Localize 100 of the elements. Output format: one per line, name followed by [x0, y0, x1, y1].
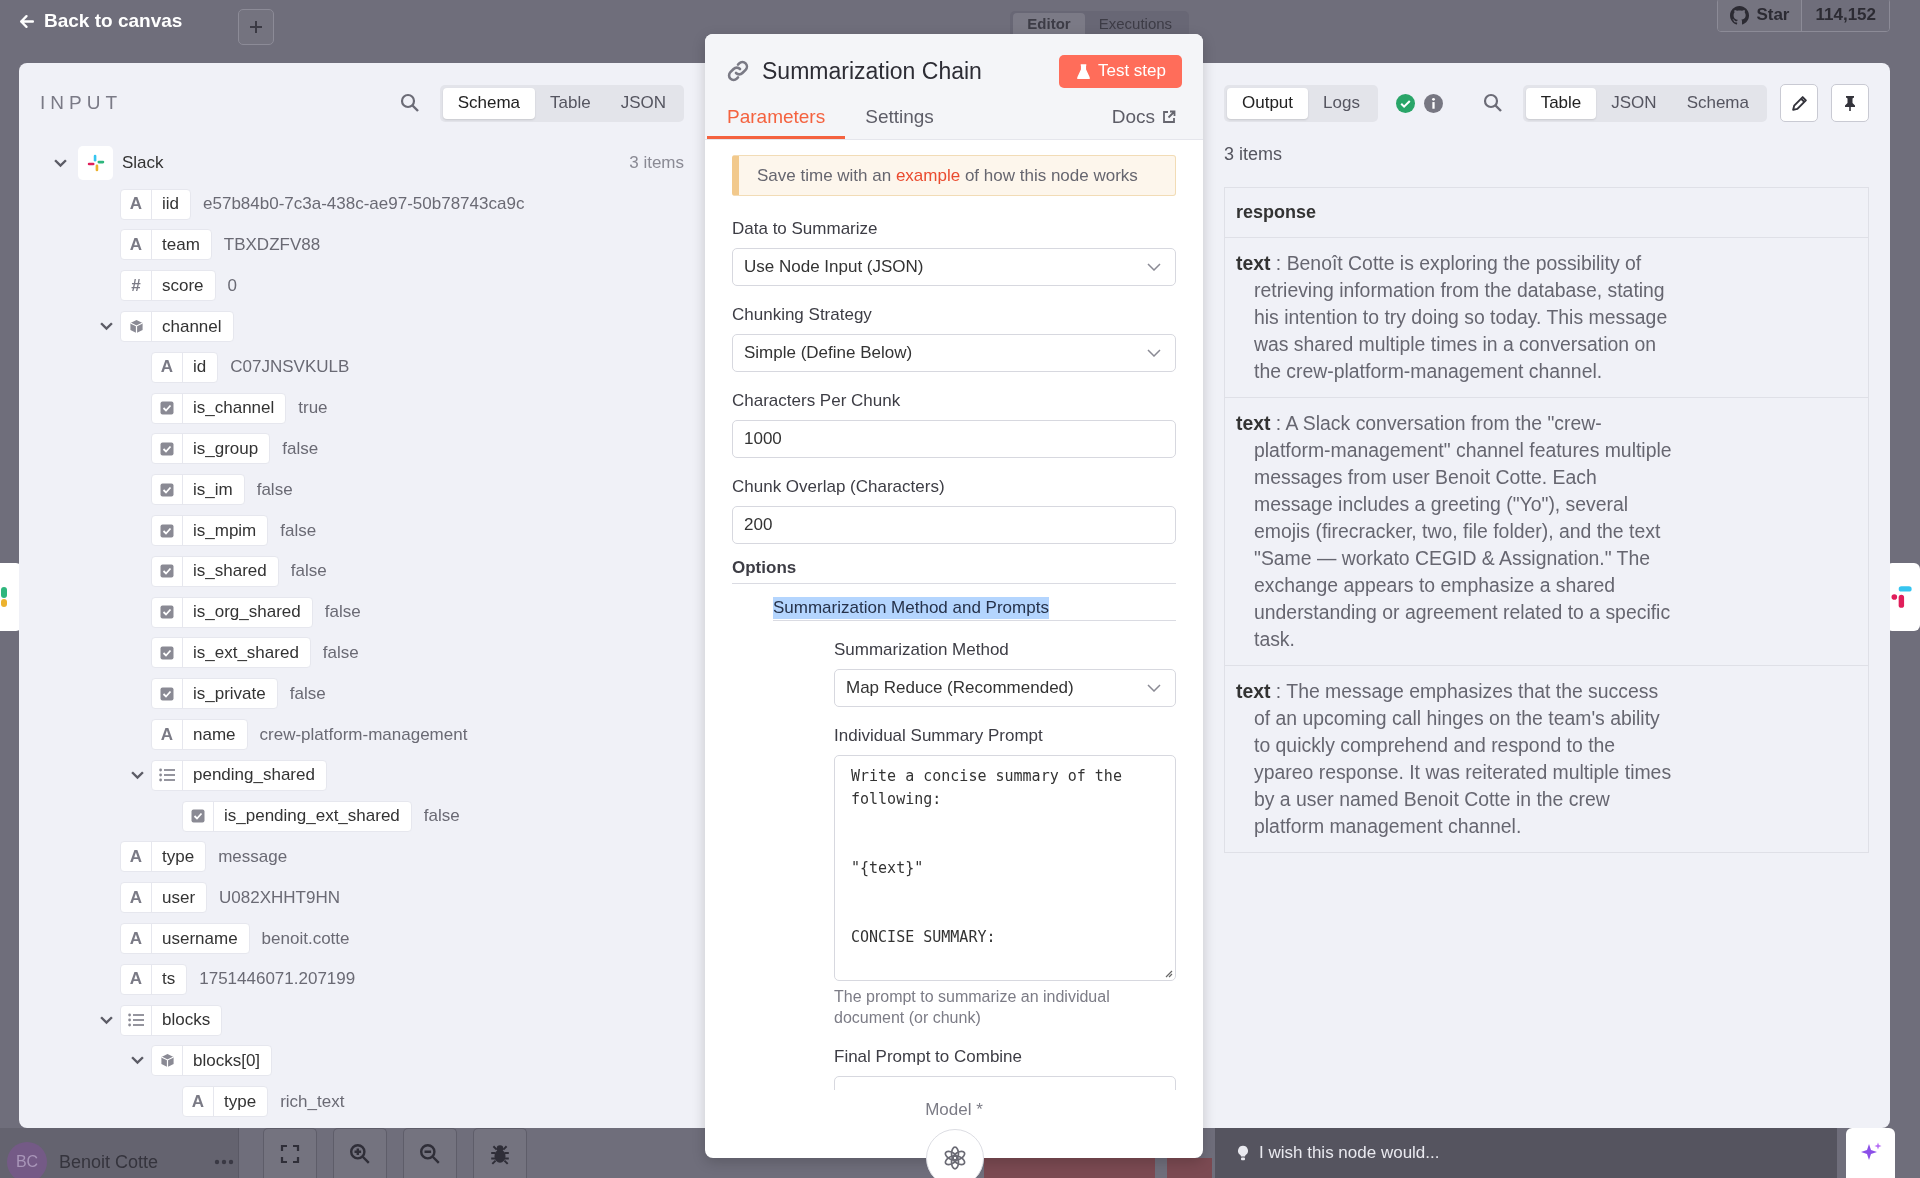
field-tag[interactable]: is_shared [151, 555, 279, 587]
field-key: is_org_shared [183, 602, 312, 623]
zoom-out-button[interactable] [403, 1128, 457, 1178]
field-key: is_ext_shared [183, 642, 310, 663]
chevron-icon[interactable] [130, 1056, 144, 1066]
number-field[interactable]: 200 [732, 506, 1176, 544]
field-tag[interactable]: pending_shared [151, 759, 327, 791]
node-card[interactable] [0, 563, 22, 631]
field-tag[interactable]: A team [120, 229, 212, 261]
select-field[interactable]: Simple (Define Below) [732, 334, 1176, 372]
chevron-icon[interactable] [130, 770, 144, 780]
back-to-canvas-link[interactable]: Back to canvas [18, 9, 183, 33]
field-value: 0 [227, 275, 238, 296]
debug-button[interactable] [473, 1128, 527, 1178]
field-key: is_mpim [183, 520, 268, 541]
field-tag[interactable]: A username [120, 923, 250, 955]
model-label: Model * [925, 1100, 983, 1121]
field-tag[interactable]: is_mpim [151, 515, 269, 547]
view-tab[interactable]: Table [535, 87, 606, 119]
info-icon[interactable] [1423, 93, 1443, 113]
chevron-icon[interactable] [53, 158, 67, 168]
number-field[interactable]: 1000 [732, 420, 1176, 458]
field-key: is_group [183, 438, 270, 459]
view-tab[interactable]: JSON [1596, 87, 1672, 119]
settings-tab[interactable]: Settings [845, 106, 954, 139]
field-tag[interactable]: is_channel [151, 392, 287, 424]
chevron-icon[interactable] [99, 1015, 113, 1025]
fit-view-button[interactable] [263, 1128, 317, 1178]
field-key: ts [152, 969, 187, 990]
view-tab[interactable]: Schema [442, 87, 535, 119]
field-tag[interactable]: is_group [151, 433, 271, 465]
resize-handle-icon[interactable] [1163, 968, 1173, 978]
output-tab[interactable]: Output [1227, 87, 1309, 119]
field-key: is_im [183, 479, 244, 500]
docs-link[interactable]: Docs [1111, 106, 1176, 139]
slack-logo-icon [78, 146, 113, 181]
field-label: Characters Per Chunk [732, 390, 902, 412]
field-label: Chunking Strategy [732, 304, 873, 326]
view-tab[interactable]: Schema [1671, 87, 1764, 119]
field-tag[interactable]: A iid [120, 188, 191, 220]
field-value: false [280, 520, 317, 541]
zoom-in-icon [349, 1142, 371, 1165]
lightbulb-icon [1237, 1145, 1249, 1161]
model-connector[interactable] [926, 1129, 984, 1178]
pin-button[interactable] [1831, 84, 1869, 122]
table-cell-text: text : Benoît Cotte is exploring the possibility of retrieving information from the database, stating his intention to try doing so today. This message was shared multiple times in a conversation on the crew-platform-management channel. [1236, 251, 1669, 384]
field-key: id [183, 357, 218, 378]
field-key: team [152, 235, 211, 255]
type-icon: A [129, 928, 143, 949]
output-tab[interactable]: Logs [1308, 87, 1375, 119]
view-tab[interactable]: JSON [605, 87, 681, 119]
field-tag[interactable]: # score [120, 270, 216, 302]
field-key: username [152, 928, 249, 949]
field-tag[interactable]: A ts [120, 963, 188, 995]
search-icon[interactable] [1482, 93, 1503, 113]
feedback-field[interactable]: I wish this node would... [1215, 1128, 1837, 1178]
field-tag[interactable]: A type [182, 1086, 269, 1118]
star-count: 114,152 [1801, 0, 1889, 31]
cube-icon [159, 1053, 175, 1069]
ai-assistant-button[interactable] [1846, 1128, 1895, 1178]
example-link[interactable]: example [895, 165, 961, 186]
field-label: Individual Summary Prompt [834, 725, 1044, 747]
checkbox-icon [160, 523, 174, 538]
field-tag[interactable]: A type [120, 841, 207, 873]
edit-button[interactable] [1780, 84, 1818, 122]
item-count: 3 items [629, 153, 684, 174]
search-icon[interactable] [399, 93, 420, 113]
field-hint: The prompt to summarize an individual document (or chunk) [834, 987, 1111, 1028]
field-tag[interactable]: blocks[0] [151, 1045, 273, 1077]
item-count: 3 items [1224, 143, 1284, 165]
zoom-out-icon [419, 1142, 441, 1165]
type-icon: A [129, 887, 143, 908]
caret-icon [1147, 684, 1161, 692]
field-tag[interactable]: is_ext_shared [151, 637, 311, 669]
add-button[interactable] [238, 9, 275, 45]
collection-title[interactable]: Summarization Method and Prompts [773, 597, 1049, 619]
field-tag[interactable]: channel [120, 311, 234, 343]
field-key: pending_shared [183, 765, 326, 786]
select-field[interactable]: Map Reduce (Recommended) [834, 669, 1176, 707]
list-icon [128, 1013, 144, 1028]
field-tag[interactable]: is_org_shared [151, 596, 313, 628]
field-value: C07JNSVKULB [230, 357, 350, 378]
field-tag[interactable]: A name [151, 719, 248, 751]
field-tag[interactable]: A user [120, 882, 208, 914]
field-tag[interactable]: is_pending_ext_shared [182, 800, 412, 832]
view-tab[interactable]: Table [1525, 87, 1597, 119]
field-key: name [183, 724, 247, 745]
field-key: blocks [152, 1010, 222, 1031]
field-tag[interactable]: is_private [151, 678, 278, 710]
field-tag[interactable]: A id [151, 351, 219, 383]
field-label: Chunk Overlap (Characters) [732, 476, 946, 498]
column-header: response [1225, 188, 1868, 238]
list-icon [159, 768, 175, 783]
field-tag[interactable]: blocks [120, 1004, 223, 1036]
prompt-field[interactable]: Write a concise summary of the following: "{text}" CONCISE SUMMARY: [834, 755, 1176, 981]
zoom-in-button[interactable] [333, 1128, 387, 1178]
pin-icon [1842, 95, 1858, 111]
chevron-icon[interactable] [99, 322, 113, 332]
select-field[interactable]: Use Node Input (JSON) [732, 248, 1176, 286]
field-tag[interactable]: is_im [151, 474, 245, 506]
